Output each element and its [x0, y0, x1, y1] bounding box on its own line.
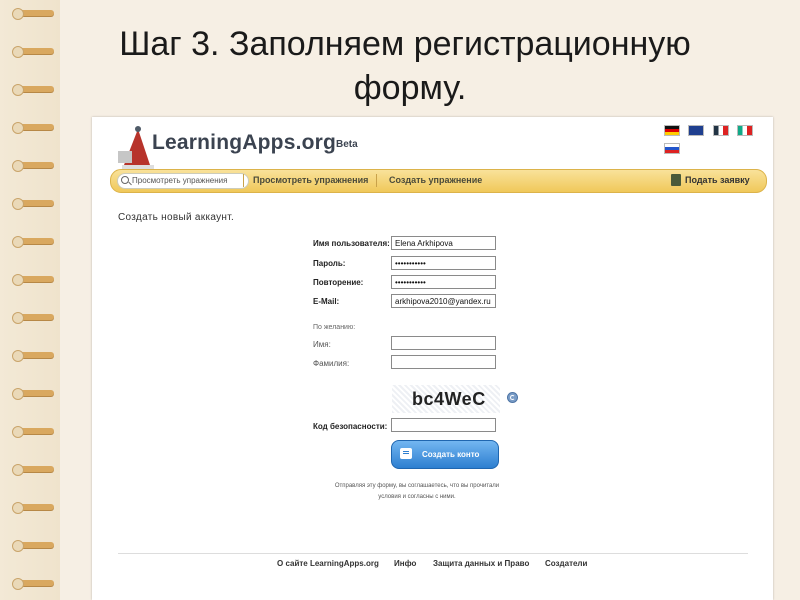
firstname-field[interactable] — [391, 336, 496, 350]
binding-ring — [12, 388, 54, 400]
binding-ring — [12, 540, 54, 552]
lastname-field[interactable] — [391, 355, 496, 369]
binding-ring — [12, 122, 54, 134]
binding-ring — [12, 274, 54, 286]
uk-flag-icon[interactable] — [688, 125, 705, 136]
beta-badge: Beta — [336, 139, 358, 150]
binding-ring — [12, 464, 54, 476]
nav-browse-link[interactable]: Просмотреть упражнения — [253, 175, 368, 185]
binding-ring — [12, 160, 54, 172]
footer-privacy-link[interactable]: Защита данных и Право — [433, 559, 529, 568]
slide-title: Шаг 3. Заполняем регистрационную форму. — [60, 22, 750, 110]
firstname-label: Имя: — [313, 340, 331, 349]
security-code-label: Код безопасности: — [313, 422, 388, 431]
footer-creators-link[interactable]: Создатели — [545, 559, 587, 568]
binding-ring — [12, 502, 54, 514]
password-field[interactable]: ••••••••••• — [391, 256, 496, 270]
username-label: Имя пользователя: — [313, 239, 390, 248]
apply-link[interactable]: Подать заявку — [685, 175, 750, 185]
footer-info-link[interactable]: Инфо — [394, 559, 416, 568]
password-label: Пароль: — [313, 259, 346, 268]
repeat-password-label: Повторение: — [313, 278, 364, 287]
search-placeholder: Просмотреть упражнения — [132, 176, 228, 185]
captcha-image: bc4WeC — [392, 385, 500, 413]
lastname-label: Фамилия: — [313, 359, 350, 368]
footer-about-link[interactable]: О сайте LearningApps.org — [277, 559, 379, 568]
browser-screenshot: LearningApps.org Beta Просмотреть упражн… — [92, 117, 773, 600]
slide-title-line2: форму. — [353, 69, 467, 107]
slide-title-line1: Шаг 3. Заполняем регистрационную — [119, 25, 691, 63]
binding-ring — [12, 426, 54, 438]
form-icon — [400, 448, 412, 459]
refresh-captcha-icon[interactable] — [507, 392, 518, 403]
de-flag-icon[interactable] — [664, 125, 680, 136]
application-icon — [671, 174, 681, 186]
fr-flag-icon[interactable] — [712, 125, 729, 136]
optional-label: По желанию: — [313, 324, 356, 331]
binding-ring — [12, 8, 54, 20]
it-flag-icon[interactable] — [737, 125, 754, 136]
ru-flag-icon[interactable] — [664, 143, 680, 154]
create-account-button[interactable]: Создать конто — [391, 440, 499, 469]
terms-text: Отправляя эту форму, вы соглашаетесь, чт… — [297, 481, 537, 503]
footer-divider — [118, 553, 748, 554]
binding-ring — [12, 198, 54, 210]
binding-ring — [12, 350, 54, 362]
nav-divider — [376, 174, 377, 187]
form-heading: Создать новый аккаунт. — [118, 212, 235, 223]
nav-divider — [243, 174, 244, 187]
binding-ring — [12, 236, 54, 248]
binding-ring — [12, 578, 54, 590]
security-code-field[interactable] — [391, 418, 496, 432]
binding-ring — [12, 84, 54, 96]
binding-ring — [12, 46, 54, 58]
language-flags — [664, 123, 773, 154]
terms-line2: условия и согласны с ними. — [378, 494, 456, 500]
email-label: E-Mail: — [313, 297, 340, 306]
binding-ring — [12, 312, 54, 324]
nav-create-link[interactable]: Создать упражнение — [389, 175, 482, 185]
nav-bar: Просмотреть упражнения Просмотреть упраж… — [110, 169, 767, 193]
repeat-password-field[interactable]: ••••••••••• — [391, 275, 496, 289]
search-icon — [121, 176, 129, 184]
captcha-text: bc4WeC — [412, 389, 486, 409]
site-logo[interactable]: LearningApps.org — [152, 131, 336, 155]
create-account-label: Создать конто — [422, 450, 480, 459]
terms-line1: Отправляя эту форму, вы соглашаетесь, чт… — [334, 483, 500, 489]
username-field[interactable]: Elena Arkhipova — [391, 236, 496, 250]
email-field[interactable]: arkhipova2010@yandex.ru — [391, 294, 496, 308]
notebook-binding — [0, 0, 60, 600]
search-input[interactable]: Просмотреть упражнения — [117, 173, 249, 189]
